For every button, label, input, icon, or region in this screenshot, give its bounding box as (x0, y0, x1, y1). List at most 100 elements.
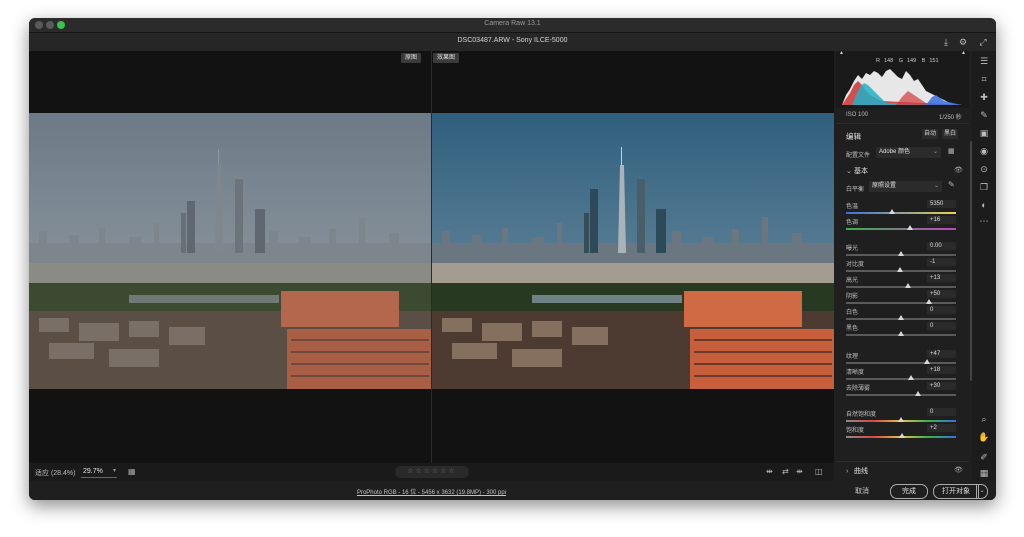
slider-track[interactable] (846, 212, 956, 214)
curve-section-title: 曲线 (854, 468, 868, 475)
slider-track[interactable] (846, 362, 956, 364)
slider-track[interactable] (846, 286, 956, 288)
slider-track[interactable] (846, 394, 956, 396)
eye-icon[interactable]: 👁 (954, 166, 963, 174)
slider-row[interactable]: 对比度 -1 (846, 258, 956, 275)
slider-thumb[interactable] (898, 251, 904, 256)
done-button[interactable]: 完成 (890, 484, 928, 499)
slider-value-field[interactable]: 5350 (927, 200, 956, 208)
image-viewer: 原图 效果图 (29, 51, 834, 463)
color-sampler-icon[interactable]: ✐ (978, 451, 990, 463)
fullscreen-icon[interactable]: ⤢ (977, 36, 989, 48)
copy-settings-icon[interactable]: ⇻ (796, 467, 803, 476)
slider-value-field[interactable]: +50 (927, 290, 956, 298)
slider-track[interactable] (846, 228, 956, 230)
curve-section-header[interactable]: › 曲线 (846, 466, 868, 476)
g-readout-label: G (898, 58, 903, 64)
save-icon[interactable]: ⤓ (940, 36, 952, 48)
before-photo[interactable] (29, 113, 431, 389)
slider-thumb[interactable] (907, 375, 914, 380)
white-balance-select[interactable]: 原照设置 ⌄ (869, 181, 942, 192)
profile-label: 配置文件 (846, 153, 871, 159)
eye-icon[interactable]: 👁 (954, 466, 963, 474)
hand-icon[interactable]: ✋ (978, 431, 990, 443)
edit-panel: R 148 G 149 B 151 ISO 100 1/250 秒 编辑 自动 黑白 … (836, 51, 973, 481)
red-eye-icon[interactable]: ⊙ (978, 163, 990, 175)
slider-thumb[interactable] (898, 417, 904, 422)
brush-icon[interactable]: ✎ (978, 109, 990, 121)
slider-track[interactable] (846, 302, 956, 304)
slider-row[interactable]: 饱和度 +2 (846, 424, 956, 441)
more-icon[interactable]: ⋯ (978, 215, 990, 227)
gear-icon[interactable]: ⚙ (957, 36, 969, 48)
slider-track[interactable] (846, 378, 956, 380)
presets-icon[interactable]: ◐ (978, 199, 990, 211)
slider-row[interactable]: 色温 5350 (846, 200, 956, 217)
auto-button[interactable]: 自动 (922, 129, 939, 139)
slider-row[interactable]: 阴影 +50 (846, 290, 956, 307)
slider-thumb[interactable] (906, 225, 913, 230)
tool-strip: ☰ ⌗ ✚ ✎ ▣ ◉ ⊙ ❐ ◐ ⋯ ⌕ ✋ ✐ ▦ (972, 51, 996, 481)
snapshots-icon[interactable]: ❐ (978, 181, 990, 193)
profile-value: Adobe 颜色 (879, 149, 911, 155)
before-after-view-icon[interactable]: ◫ (815, 467, 823, 476)
edit-sliders-icon[interactable]: ☰ (978, 55, 990, 67)
slider-row[interactable]: 自然饱和度 0 (846, 408, 956, 425)
slider-row[interactable]: 纹理 +47 (846, 350, 956, 367)
black-white-button[interactable]: 黑白 (942, 129, 959, 139)
slider-value-field[interactable]: +16 (927, 216, 956, 224)
slider-value-field[interactable]: +30 (927, 382, 956, 390)
profile-select[interactable]: Adobe 颜色 ⌄ (876, 147, 941, 158)
slider-row[interactable]: 色调 +16 (846, 216, 956, 233)
slider-row[interactable]: 白色 0 (846, 306, 956, 323)
filmstrip-icon[interactable]: ▦ (128, 467, 136, 476)
grid-overlay-icon[interactable]: ▦ (978, 467, 990, 479)
crop-icon[interactable]: ⌗ (978, 73, 990, 85)
after-photo[interactable] (432, 113, 834, 389)
fit-zoom-label[interactable]: 适应 (28.4%) (35, 468, 75, 478)
open-object-button[interactable]: 打开对象 (933, 484, 979, 499)
eyedropper-icon[interactable]: ✎ (948, 180, 955, 189)
chevron-down-icon[interactable]: ⌄ (976, 484, 988, 499)
slider-thumb[interactable] (914, 391, 921, 396)
slider-row[interactable]: 黑色 0 (846, 322, 956, 339)
slider-value-field[interactable]: 0.00 (927, 242, 956, 250)
slider-value-field[interactable]: +13 (927, 274, 956, 282)
slider-row[interactable]: 高光 +13 (846, 274, 956, 291)
cancel-button[interactable]: 取消 (855, 486, 869, 496)
slider-thumb[interactable] (897, 267, 904, 272)
star-rating[interactable]: ☆☆☆☆☆☆ (395, 466, 469, 478)
slider-row[interactable]: 曝光 0.00 (846, 242, 956, 259)
flip-view-icon[interactable]: ⇹ (766, 467, 773, 476)
workflow-options-link[interactable]: ProPhoto RGB - 16 位 - 5456 x 3632 (19.8M… (29, 487, 834, 496)
zoom-level-field[interactable]: 29.7% (81, 466, 117, 478)
slider-thumb[interactable] (898, 331, 904, 336)
basic-section-header[interactable]: ⌄ 基本 (846, 166, 868, 176)
rgb-readout: R 148 G 149 B 151 (876, 58, 943, 64)
slider-label: 色温 (846, 204, 859, 210)
slider-row[interactable]: 清晰度 +18 (846, 366, 956, 383)
slider-value-field[interactable]: -1 (927, 258, 956, 266)
slider-value-field[interactable]: 0 (927, 408, 956, 416)
slider-value-field[interactable]: +2 (927, 424, 956, 432)
panel-divider (836, 461, 969, 462)
slider-value-field[interactable]: +47 (927, 350, 956, 358)
profile-browser-icon[interactable]: ▦ (948, 147, 955, 155)
slider-value-field[interactable]: +18 (927, 366, 956, 374)
slider-thumb[interactable] (905, 283, 912, 288)
slider-thumb[interactable] (889, 209, 896, 214)
radial-filter-icon[interactable]: ◉ (978, 145, 990, 157)
slider-thumb[interactable] (923, 359, 930, 364)
slider-value-field[interactable]: 0 (927, 306, 956, 314)
slider-thumb[interactable] (925, 299, 932, 304)
slider-thumb[interactable] (898, 315, 904, 320)
slider-value-field[interactable]: 0 (927, 322, 956, 330)
swap-icon[interactable]: ⇄ (782, 467, 789, 476)
slider-row[interactable]: 去除薄雾 +30 (846, 382, 956, 399)
slider-thumb[interactable] (899, 433, 906, 438)
healing-icon[interactable]: ✚ (978, 91, 990, 103)
graduated-filter-icon[interactable]: ▣ (978, 127, 990, 139)
zoom-icon[interactable]: ⌕ (978, 413, 990, 425)
slider-label: 黑色 (846, 326, 859, 332)
zoom-dropdown-icon[interactable]: ▾ (113, 467, 116, 474)
